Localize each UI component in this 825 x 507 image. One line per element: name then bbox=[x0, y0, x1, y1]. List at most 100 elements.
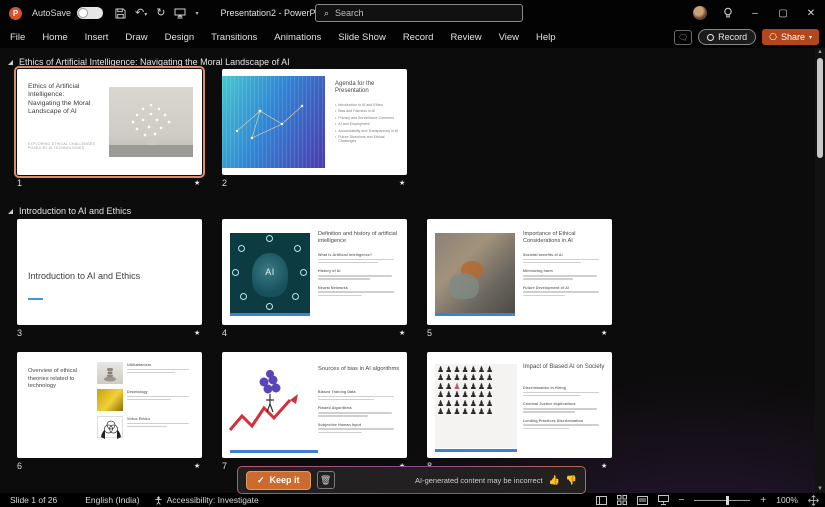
lightbulb-icon[interactable] bbox=[721, 7, 735, 19]
slideshow-view-icon[interactable] bbox=[658, 495, 669, 505]
share-person-icon: ⎔ bbox=[769, 32, 777, 43]
ai-content-notice: AI-generated content may be incorrect bbox=[415, 476, 543, 485]
slide6-utilitarianism-image bbox=[97, 362, 123, 384]
close-button[interactable]: ✕ bbox=[797, 0, 825, 26]
title-bar: P AutoSave ↶▾ ↻ ▾ Presentation2 - PowerP… bbox=[0, 0, 825, 26]
maximize-button[interactable]: ▢ bbox=[769, 0, 797, 26]
thumbs-down-icon[interactable]: 👎 bbox=[566, 475, 577, 486]
slide-sorter-view-icon[interactable] bbox=[617, 495, 627, 505]
slide-number-4: 4 bbox=[222, 328, 227, 338]
tab-help[interactable]: Help bbox=[536, 32, 556, 43]
search-icon: ⌕ bbox=[324, 8, 329, 19]
slide5-animation-star-icon: ★ bbox=[601, 329, 607, 337]
language-selector[interactable]: English (India) bbox=[85, 495, 139, 505]
search-placeholder: Search bbox=[335, 8, 364, 18]
slide5-photo-image bbox=[435, 233, 515, 313]
slide2-title: Agenda for the Presentation bbox=[335, 81, 397, 95]
slide7-chart-illustration bbox=[224, 360, 314, 450]
zoom-out-button[interactable]: − bbox=[679, 495, 685, 506]
slide-number-6: 6 bbox=[17, 461, 22, 471]
discard-trash-button[interactable]: 🗑 bbox=[317, 471, 335, 489]
normal-view-icon[interactable] bbox=[596, 496, 607, 505]
avatar[interactable] bbox=[693, 6, 707, 20]
ribbon-menu-bar: File Home Insert Draw Design Transitions… bbox=[0, 26, 825, 48]
tab-slideshow[interactable]: Slide Show bbox=[338, 32, 386, 43]
tab-view[interactable]: View bbox=[499, 32, 519, 43]
slide-number-1: 1 bbox=[17, 178, 22, 188]
slide6-deontology-image bbox=[97, 389, 123, 411]
slide-thumbnail-3[interactable]: Introduction to AI and Ethics bbox=[17, 219, 202, 325]
slide2-bullet-list: •Introduction to AI and Ethics •Bias and… bbox=[335, 103, 399, 145]
tab-home[interactable]: Home bbox=[42, 32, 67, 43]
tab-file[interactable]: File bbox=[10, 32, 25, 43]
slide3-animation-star-icon: ★ bbox=[194, 329, 200, 337]
slide2-network-image bbox=[222, 76, 325, 168]
zoom-slider[interactable] bbox=[694, 500, 750, 501]
slide-thumbnail-7[interactable]: Sources of bias in AI algorithms Biased … bbox=[222, 352, 407, 458]
slide5-sections: Societal benefits of AI Minimizing harm … bbox=[523, 253, 601, 302]
slide-counter[interactable]: Slide 1 of 26 bbox=[10, 495, 57, 505]
zoom-slider-thumb[interactable] bbox=[726, 496, 729, 505]
slide7-title: Sources of bias in AI algorithms bbox=[318, 366, 400, 373]
slide6-animation-star-icon: ★ bbox=[194, 462, 200, 470]
customize-qat-icon[interactable]: ▾ bbox=[195, 10, 198, 17]
share-button[interactable]: ⎔Share▾ bbox=[762, 29, 819, 45]
thumbs-up-icon[interactable]: 👍 bbox=[549, 475, 560, 486]
autosave-toggle[interactable] bbox=[77, 7, 103, 19]
autosave-label: AutoSave bbox=[32, 8, 71, 18]
chevron-down-icon: ▾ bbox=[809, 34, 812, 41]
save-icon[interactable] bbox=[115, 8, 126, 19]
minimize-button[interactable]: – bbox=[741, 0, 769, 26]
slide8-crowd-image: ♟♟♟♟♟♟♟ ♟♟♟♟♟♟♟ ♟♟♟♟♟♟♟ ♟♟♟♟♟♟♟ ♟♟♟♟♟♟♟ … bbox=[435, 364, 517, 448]
slide-thumbnail-4[interactable]: AI Definition and history of artificial … bbox=[222, 219, 407, 325]
slide-thumbnail-8[interactable]: ♟♟♟♟♟♟♟ ♟♟♟♟♟♟♟ ♟♟♟♟♟♟♟ ♟♟♟♟♟♟♟ ♟♟♟♟♟♟♟ … bbox=[427, 352, 612, 458]
zoom-in-button[interactable]: + bbox=[760, 495, 766, 506]
section-header-2[interactable]: Introduction to AI and Ethics bbox=[8, 206, 131, 216]
vertical-scrollbar[interactable]: ▲ ▼ bbox=[815, 48, 825, 493]
redo-icon[interactable]: ↻ bbox=[156, 8, 165, 19]
slide6-rows: Utilitarianism Deontology Virtue Ethics bbox=[97, 362, 195, 443]
slide4-sections: What is Artificial Intelligence? History… bbox=[318, 253, 396, 302]
section-collapse-icon bbox=[8, 60, 13, 65]
accessibility-icon bbox=[154, 496, 163, 505]
slide7-sections: Biased Training Data Flawed Algorithms S… bbox=[318, 390, 396, 439]
slide-thumbnail-5[interactable]: Importance of Ethical Considerations in … bbox=[427, 219, 612, 325]
slide8-sections: Discrimination in Hiring Criminal Justic… bbox=[523, 386, 601, 435]
slide2-animation-star-icon: ★ bbox=[399, 179, 405, 187]
powerpoint-logo-icon: P bbox=[9, 7, 22, 20]
slide-number-7: 7 bbox=[222, 461, 227, 471]
tab-draw[interactable]: Draw bbox=[125, 32, 147, 43]
tab-transitions[interactable]: Transitions bbox=[211, 32, 257, 43]
start-slideshow-icon[interactable] bbox=[174, 8, 186, 19]
record-button[interactable]: Record bbox=[698, 29, 756, 45]
slide1-brain-image bbox=[109, 87, 193, 157]
scrollbar-thumb[interactable] bbox=[817, 58, 823, 158]
tab-review[interactable]: Review bbox=[450, 32, 481, 43]
slide3-title: Introduction to AI and Ethics bbox=[28, 271, 148, 283]
slide-number-2: 2 bbox=[222, 178, 227, 188]
search-input[interactable]: ⌕ Search bbox=[315, 4, 523, 22]
tab-design[interactable]: Design bbox=[165, 32, 195, 43]
status-bar: Slide 1 of 26 English (India) Accessibil… bbox=[0, 493, 825, 507]
comments-icon[interactable]: 🗨 bbox=[674, 30, 692, 45]
accessibility-status[interactable]: Accessibility: Investigate bbox=[154, 495, 259, 505]
tab-record[interactable]: Record bbox=[403, 32, 434, 43]
fit-slide-to-window-icon[interactable] bbox=[808, 495, 819, 506]
scroll-up-icon[interactable]: ▲ bbox=[817, 48, 823, 56]
scroll-down-icon[interactable]: ▼ bbox=[817, 485, 823, 493]
slide8-title: Impact of Biased AI on Society bbox=[523, 364, 605, 371]
slide5-title: Importance of Ethical Considerations in … bbox=[523, 231, 605, 244]
keep-it-button[interactable]: ✓ Keep it bbox=[246, 471, 311, 490]
tab-insert[interactable]: Insert bbox=[85, 32, 109, 43]
record-dot-icon bbox=[707, 34, 714, 41]
tab-animations[interactable]: Animations bbox=[274, 32, 321, 43]
slide-thumbnail-1[interactable]: Ethics of Artificial Intelligence: Navig… bbox=[17, 69, 202, 175]
undo-icon[interactable]: ↶▾ bbox=[135, 8, 147, 19]
slide-thumbnail-2[interactable]: Agenda for the Presentation •Introductio… bbox=[222, 69, 407, 175]
zoom-level[interactable]: 100% bbox=[776, 495, 798, 505]
slide-thumbnail-6[interactable]: Overview of ethical theories related to … bbox=[17, 352, 202, 458]
section-header-1[interactable]: Ethics of Artificial Intelligence: Navig… bbox=[8, 57, 290, 67]
reading-view-icon[interactable] bbox=[637, 496, 648, 505]
slide8-animation-star-icon: ★ bbox=[601, 462, 607, 470]
slide4-title: Definition and history of artificial int… bbox=[318, 231, 400, 244]
